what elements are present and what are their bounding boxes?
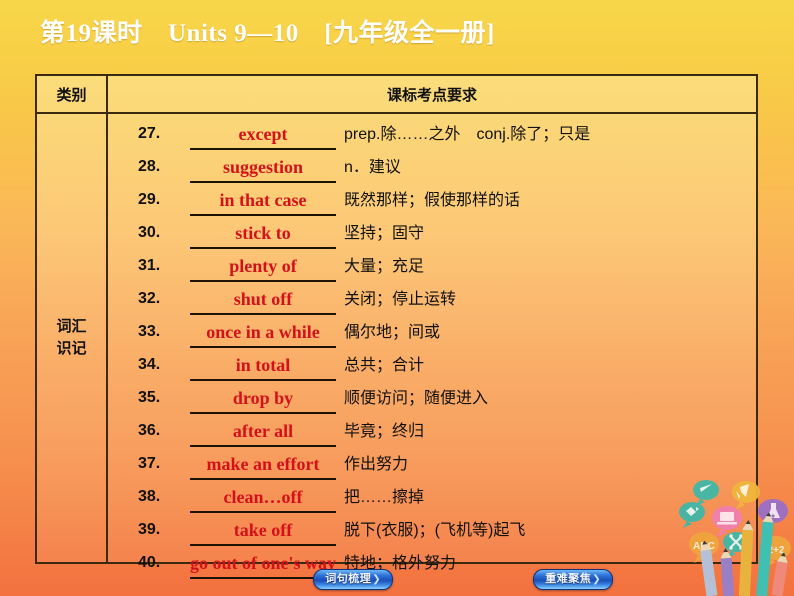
- answer-blank: drop by: [190, 386, 336, 414]
- word-meaning: 毕竟；终归: [344, 423, 425, 440]
- row-number: 29.: [138, 191, 161, 208]
- row-number: 36.: [138, 422, 161, 439]
- table-row: 32. shut off 关闭；停止运转: [108, 285, 756, 318]
- table-row: 34. in total 总共；合计: [108, 351, 756, 384]
- row-number: 33.: [138, 323, 161, 340]
- answer-word: in that case: [219, 190, 307, 210]
- answer-word: plenty of: [229, 256, 297, 276]
- answer-blank: except: [190, 122, 336, 150]
- requirement-cell: 27. except prep.除……之外 conj.除了；只是 28. suggest…: [108, 114, 756, 579]
- table-row: 33. once in a while 偶尔地；间或: [108, 318, 756, 351]
- answer-blank: once in a while: [190, 320, 336, 348]
- table-body: 词汇 识记 27. except prep.除……之外 conj.除了；只是 28. s…: [37, 114, 756, 579]
- answer-word: drop by: [232, 388, 294, 408]
- answer-blank: in that case: [190, 188, 336, 216]
- nav-button-word-sentence-review[interactable]: 词句梳理 ❯: [313, 569, 393, 590]
- table-row: 31. plenty of 大量；充足: [108, 252, 756, 285]
- table-row: 39. take off 脱下(衣服)；(飞机等)起飞: [108, 516, 756, 549]
- row-number: 39.: [138, 521, 161, 538]
- category-label-line2: 识记: [56, 340, 87, 357]
- row-number: 37.: [138, 455, 161, 472]
- answer-blank: suggestion: [190, 155, 336, 183]
- answer-blank: plenty of: [190, 254, 336, 282]
- chevron-right-icon: ❯: [372, 573, 381, 585]
- column-header-category: 类别: [37, 76, 108, 112]
- word-meaning: 顺便访问；随便进入: [344, 390, 489, 407]
- word-meaning: 把……擦掉: [344, 489, 425, 506]
- vocabulary-table: 类别 课标考点要求 词汇 识记 27. except prep.除……之外 conj…: [35, 74, 758, 579]
- table-row: 40. go out of one's way 特地；格外努力: [108, 549, 756, 582]
- category-cell: 词汇 识记: [37, 114, 108, 562]
- column-header-requirement: 课标考点要求: [386, 86, 477, 104]
- answer-blank: take off: [190, 518, 336, 546]
- word-meaning: n．建议: [344, 159, 401, 176]
- answer-word: suggestion: [222, 157, 303, 177]
- answer-word: clean…off: [223, 487, 303, 507]
- word-meaning: 既然那样；假使那样的话: [344, 192, 521, 209]
- slide-header: 第19课时 Units 9—10 [九年级全一册]: [0, 0, 794, 62]
- table-row: 30. stick to 坚持；固守: [108, 219, 756, 252]
- word-meaning: 作出努力: [344, 456, 409, 473]
- answer-blank: in total: [190, 353, 336, 381]
- table-row: 27. except prep.除……之外 conj.除了；只是: [108, 120, 756, 153]
- table-row: 36. after all 毕竟；终归: [108, 417, 756, 450]
- answer-blank: stick to: [190, 221, 336, 249]
- row-number: 35.: [138, 389, 161, 406]
- word-meaning: 总共；合计: [344, 357, 425, 374]
- category-label-line1: 词汇: [56, 317, 87, 335]
- row-number: 27.: [138, 125, 161, 142]
- table-row: 35. drop by 顺便访问；随便进入: [108, 384, 756, 417]
- answer-word: stick to: [235, 223, 291, 243]
- table-row: 29. in that case 既然那样；假使那样的话: [108, 186, 756, 219]
- row-number: 40.: [138, 554, 161, 571]
- answer-word: take off: [233, 520, 293, 540]
- word-meaning: 偶尔地；间或: [344, 324, 441, 341]
- word-meaning: 大量；充足: [344, 258, 425, 275]
- answer-blank: after all: [190, 419, 336, 447]
- row-number: 38.: [138, 488, 161, 505]
- table-row: 28. suggestion n．建议: [108, 153, 756, 186]
- answer-blank: clean…off: [190, 485, 336, 513]
- answer-word: make an effort: [206, 454, 320, 474]
- word-meaning: 关闭；停止运转: [344, 291, 457, 308]
- answer-word: once in a while: [206, 322, 320, 342]
- row-number: 34.: [138, 356, 161, 373]
- svg-text:2+2: 2+2: [768, 545, 785, 556]
- table-row: 37. make an effort 作出努力: [108, 450, 756, 483]
- answer-word: except: [238, 124, 288, 144]
- nav-button-key-difficulty-focus[interactable]: 重难聚焦 ❯: [533, 569, 613, 590]
- answer-word: shut off: [233, 289, 293, 309]
- row-number: 32.: [138, 290, 161, 307]
- row-number: 31.: [138, 257, 161, 274]
- nav-button-right-label: 重难聚焦: [545, 573, 592, 585]
- answer-word: after all: [232, 421, 294, 441]
- word-meaning: 脱下(衣服)；(飞机等)起飞: [344, 522, 526, 539]
- word-meaning: 坚持；固守: [344, 225, 425, 242]
- row-number: 28.: [138, 158, 161, 175]
- chevron-right-icon: ❯: [592, 573, 601, 585]
- word-meaning: prep.除……之外 conj.除了；只是: [344, 126, 591, 143]
- answer-word: in total: [235, 355, 291, 375]
- row-number: 30.: [138, 224, 161, 241]
- table-row: 38. clean…off 把……擦掉: [108, 483, 756, 516]
- answer-blank: make an effort: [190, 452, 336, 480]
- nav-button-left-label: 词句梳理: [325, 573, 372, 585]
- page-title: 第19课时 Units 9—10 [九年级全一册]: [40, 20, 495, 47]
- table-header-row: 类别 课标考点要求: [37, 76, 756, 114]
- answer-blank: shut off: [190, 287, 336, 315]
- answer-word: go out of one's way: [190, 553, 337, 573]
